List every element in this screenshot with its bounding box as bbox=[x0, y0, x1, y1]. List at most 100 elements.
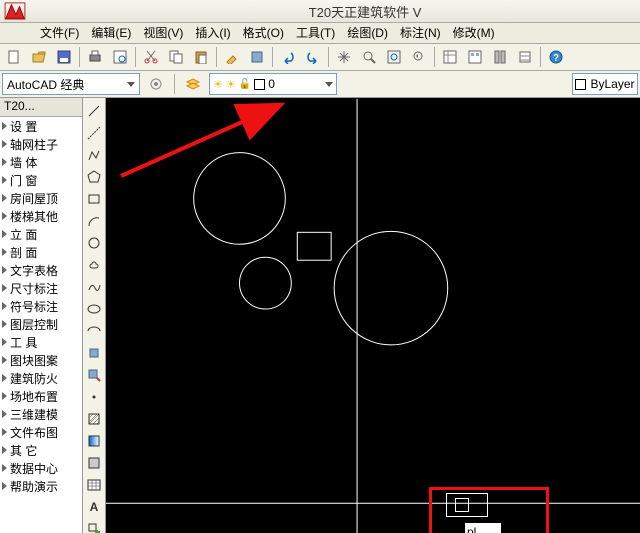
undo-icon[interactable] bbox=[276, 45, 300, 69]
point-icon[interactable] bbox=[83, 386, 105, 407]
sidebar-item-door-window[interactable]: 门 窗 bbox=[0, 171, 82, 189]
menu-draw[interactable]: 绘图(D) bbox=[341, 23, 394, 43]
sidebar-item-label: 剖 面 bbox=[10, 244, 37, 261]
workarea: T20... 设 置轴网柱子墙 体门 窗房间屋顶楼梯其他立 面剖 面文字表格尺寸… bbox=[0, 98, 640, 533]
t20-panel: T20... 设 置轴网柱子墙 体门 窗房间屋顶楼梯其他立 面剖 面文字表格尺寸… bbox=[0, 98, 83, 533]
construction-line-icon[interactable] bbox=[83, 122, 105, 143]
insert-block-icon[interactable] bbox=[83, 342, 105, 363]
workspace-combo[interactable]: AutoCAD 经典 bbox=[2, 73, 140, 95]
sidebar-item-fire[interactable]: 建筑防火 bbox=[0, 369, 82, 387]
sidebar-item-site[interactable]: 场地布置 bbox=[0, 387, 82, 405]
sidebar-item-layer-ctrl[interactable]: 图层控制 bbox=[0, 315, 82, 333]
command-dynamic-input[interactable] bbox=[464, 522, 502, 533]
sidebar-item-text-table[interactable]: 文字表格 bbox=[0, 261, 82, 279]
zoom-prev-icon[interactable] bbox=[407, 45, 431, 69]
copy-icon[interactable] bbox=[164, 45, 188, 69]
sidebar-item-other[interactable]: 其 它 bbox=[0, 441, 82, 459]
zoom-window-icon[interactable] bbox=[382, 45, 406, 69]
zoom-icon[interactable] bbox=[357, 45, 381, 69]
sidebar-item-section[interactable]: 剖 面 bbox=[0, 243, 82, 261]
sidebar-item-data[interactable]: 数据中心 bbox=[0, 459, 82, 477]
arc-icon[interactable] bbox=[83, 210, 105, 231]
design-center-icon[interactable] bbox=[463, 45, 487, 69]
gradient-icon[interactable] bbox=[83, 430, 105, 451]
polyline-icon[interactable] bbox=[83, 144, 105, 165]
sidebar-item-room-roof[interactable]: 房间屋顶 bbox=[0, 189, 82, 207]
sidebar-item-settings[interactable]: 设 置 bbox=[0, 117, 82, 135]
menu-tools[interactable]: 工具(T) bbox=[290, 23, 341, 43]
sidebar-item-elevation[interactable]: 立 面 bbox=[0, 225, 82, 243]
sidebar-item-wall[interactable]: 墙 体 bbox=[0, 153, 82, 171]
polygon-icon[interactable] bbox=[83, 166, 105, 187]
rectangle-icon[interactable] bbox=[83, 188, 105, 209]
revision-cloud-icon[interactable] bbox=[83, 254, 105, 275]
menu-insert[interactable]: 插入(I) bbox=[189, 23, 236, 43]
layer-combo[interactable]: ☀ ☀ 🔓 0 bbox=[209, 73, 337, 95]
line-icon[interactable] bbox=[83, 100, 105, 121]
sidebar-item-label: 三维建模 bbox=[10, 406, 58, 423]
ellipse-icon[interactable] bbox=[83, 298, 105, 319]
redo-icon[interactable] bbox=[301, 45, 325, 69]
sidebar-item-3d[interactable]: 三维建模 bbox=[0, 405, 82, 423]
layer-props-icon[interactable] bbox=[181, 72, 205, 96]
sidebar-item-label: 尺寸标注 bbox=[10, 280, 58, 297]
spline-icon[interactable] bbox=[83, 276, 105, 297]
region-icon[interactable] bbox=[83, 452, 105, 473]
plot-preview-icon[interactable] bbox=[108, 45, 132, 69]
expand-icon bbox=[2, 266, 7, 274]
t20-panel-title[interactable]: T20... bbox=[0, 98, 82, 117]
sheet-set-icon[interactable] bbox=[513, 45, 537, 69]
sidebar-item-symbol[interactable]: 符号标注 bbox=[0, 297, 82, 315]
ellipse-arc-icon[interactable] bbox=[83, 320, 105, 341]
svg-text:A: A bbox=[90, 500, 99, 514]
help-icon[interactable]: ? bbox=[544, 45, 568, 69]
model-canvas[interactable] bbox=[106, 98, 640, 533]
sidebar-item-block-pattern[interactable]: 图块图案 bbox=[0, 351, 82, 369]
menu-modify[interactable]: 修改(M) bbox=[447, 23, 501, 43]
color-label: ByLayer bbox=[590, 77, 634, 91]
menu-view[interactable]: 视图(V) bbox=[137, 23, 189, 43]
hatch-icon[interactable] bbox=[83, 408, 105, 429]
tool-palettes-icon[interactable] bbox=[488, 45, 512, 69]
add-selected-icon[interactable] bbox=[83, 518, 105, 533]
table-icon[interactable] bbox=[83, 474, 105, 495]
menu-format[interactable]: 格式(O) bbox=[237, 23, 290, 43]
save-icon[interactable] bbox=[52, 45, 76, 69]
app-logo[interactable] bbox=[0, 0, 30, 22]
print-icon[interactable] bbox=[83, 45, 107, 69]
menu-edit[interactable]: 编辑(E) bbox=[85, 23, 137, 43]
paste-icon[interactable] bbox=[189, 45, 213, 69]
sidebar-item-dim[interactable]: 尺寸标注 bbox=[0, 279, 82, 297]
make-block-icon[interactable] bbox=[83, 364, 105, 385]
expand-icon bbox=[2, 212, 7, 220]
expand-icon bbox=[2, 302, 7, 310]
open-icon[interactable] bbox=[27, 45, 51, 69]
menu-file[interactable]: 文件(F) bbox=[34, 23, 85, 43]
sidebar-item-help[interactable]: 帮助演示 bbox=[0, 477, 82, 495]
sidebar-item-label: 文字表格 bbox=[10, 262, 58, 279]
cut-icon[interactable] bbox=[139, 45, 163, 69]
mtext-icon[interactable]: A bbox=[83, 496, 105, 517]
block-editor-icon[interactable] bbox=[245, 45, 269, 69]
menu-dimension[interactable]: 标注(N) bbox=[394, 23, 447, 43]
properties-icon[interactable] bbox=[438, 45, 462, 69]
sidebar-item-tools[interactable]: 工 具 bbox=[0, 333, 82, 351]
match-prop-icon[interactable] bbox=[220, 45, 244, 69]
new-icon[interactable] bbox=[2, 45, 26, 69]
sidebar-item-layout[interactable]: 文件布图 bbox=[0, 423, 82, 441]
circle-icon[interactable] bbox=[83, 232, 105, 253]
color-combo[interactable]: ByLayer bbox=[572, 73, 638, 95]
expand-icon bbox=[2, 482, 7, 490]
workspace-settings-icon[interactable] bbox=[144, 72, 168, 96]
sidebar-item-label: 墙 体 bbox=[10, 154, 37, 171]
sidebar-item-stair[interactable]: 楼梯其他 bbox=[0, 207, 82, 225]
sidebar-item-label: 图层控制 bbox=[10, 316, 58, 333]
expand-icon bbox=[2, 176, 7, 184]
expand-icon bbox=[2, 428, 7, 436]
titlebar: T20天正建筑软件 V bbox=[0, 0, 640, 23]
sidebar-item-label: 门 窗 bbox=[10, 172, 37, 189]
layer-lock-icon: 🔓 bbox=[239, 79, 251, 90]
sidebar-item-grid-column[interactable]: 轴网柱子 bbox=[0, 135, 82, 153]
color-swatch-icon bbox=[575, 79, 586, 90]
pan-icon[interactable] bbox=[332, 45, 356, 69]
